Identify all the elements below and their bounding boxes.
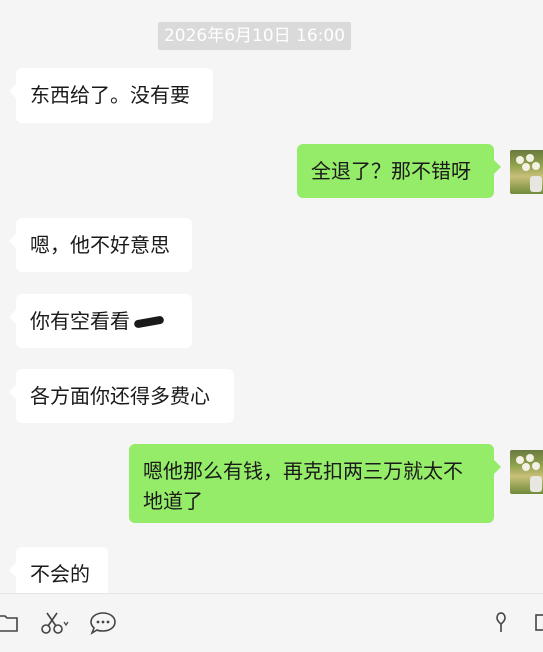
flower-decoration xyxy=(526,454,534,462)
message-text-line: 嗯他那么有钱，再克扣两三万就太不 xyxy=(143,459,463,483)
user-avatar[interactable] xyxy=(510,450,543,494)
message-bubble-outgoing[interactable]: 全退了？那不错呀 xyxy=(297,144,501,198)
flower-decoration xyxy=(532,462,540,470)
chat-icon[interactable] xyxy=(89,610,117,636)
message-bubble-incoming[interactable]: 各方面你还得多费心 xyxy=(9,369,234,423)
scissors-icon[interactable] xyxy=(40,610,70,636)
message-text-line: 地道了 xyxy=(143,489,203,513)
message-bubble-incoming[interactable]: 东西给了。没有要 xyxy=(9,68,213,123)
message-bubble-outgoing[interactable]: 嗯他那么有钱，再克扣两三万就太不 地道了 xyxy=(129,444,501,523)
input-toolbar xyxy=(0,593,543,652)
message-text: 东西给了。没有要 xyxy=(30,83,190,107)
window-icon[interactable] xyxy=(534,610,543,636)
message-text: 你有空看看 xyxy=(30,309,130,333)
message-bubble-incoming[interactable]: 不会的 xyxy=(9,547,108,593)
flower-decoration xyxy=(522,463,530,471)
message-text: 不会的 xyxy=(30,562,90,586)
folder-icon[interactable] xyxy=(0,610,20,636)
pin-icon[interactable] xyxy=(493,610,509,636)
message-bubble-incoming[interactable]: 你有空看看 xyxy=(9,294,192,348)
vase-decoration xyxy=(530,176,542,192)
flower-decoration xyxy=(532,162,540,170)
flower-decoration xyxy=(526,154,534,162)
user-avatar[interactable] xyxy=(510,150,543,194)
chat-history[interactable]: 2026年6月10日 16:00 东西给了。没有要 全退了？那不错呀 嗯，他不好… xyxy=(0,0,543,593)
message-timestamp: 2026年6月10日 16:00 xyxy=(158,22,351,50)
message-text: 嗯，他不好意思 xyxy=(30,233,170,257)
message-text: 各方面你还得多费心 xyxy=(30,384,210,408)
message-text: 全退了？那不错呀 xyxy=(311,159,471,183)
flower-decoration xyxy=(522,163,530,171)
vase-decoration xyxy=(530,476,542,492)
message-bubble-incoming[interactable]: 嗯，他不好意思 xyxy=(9,218,192,272)
